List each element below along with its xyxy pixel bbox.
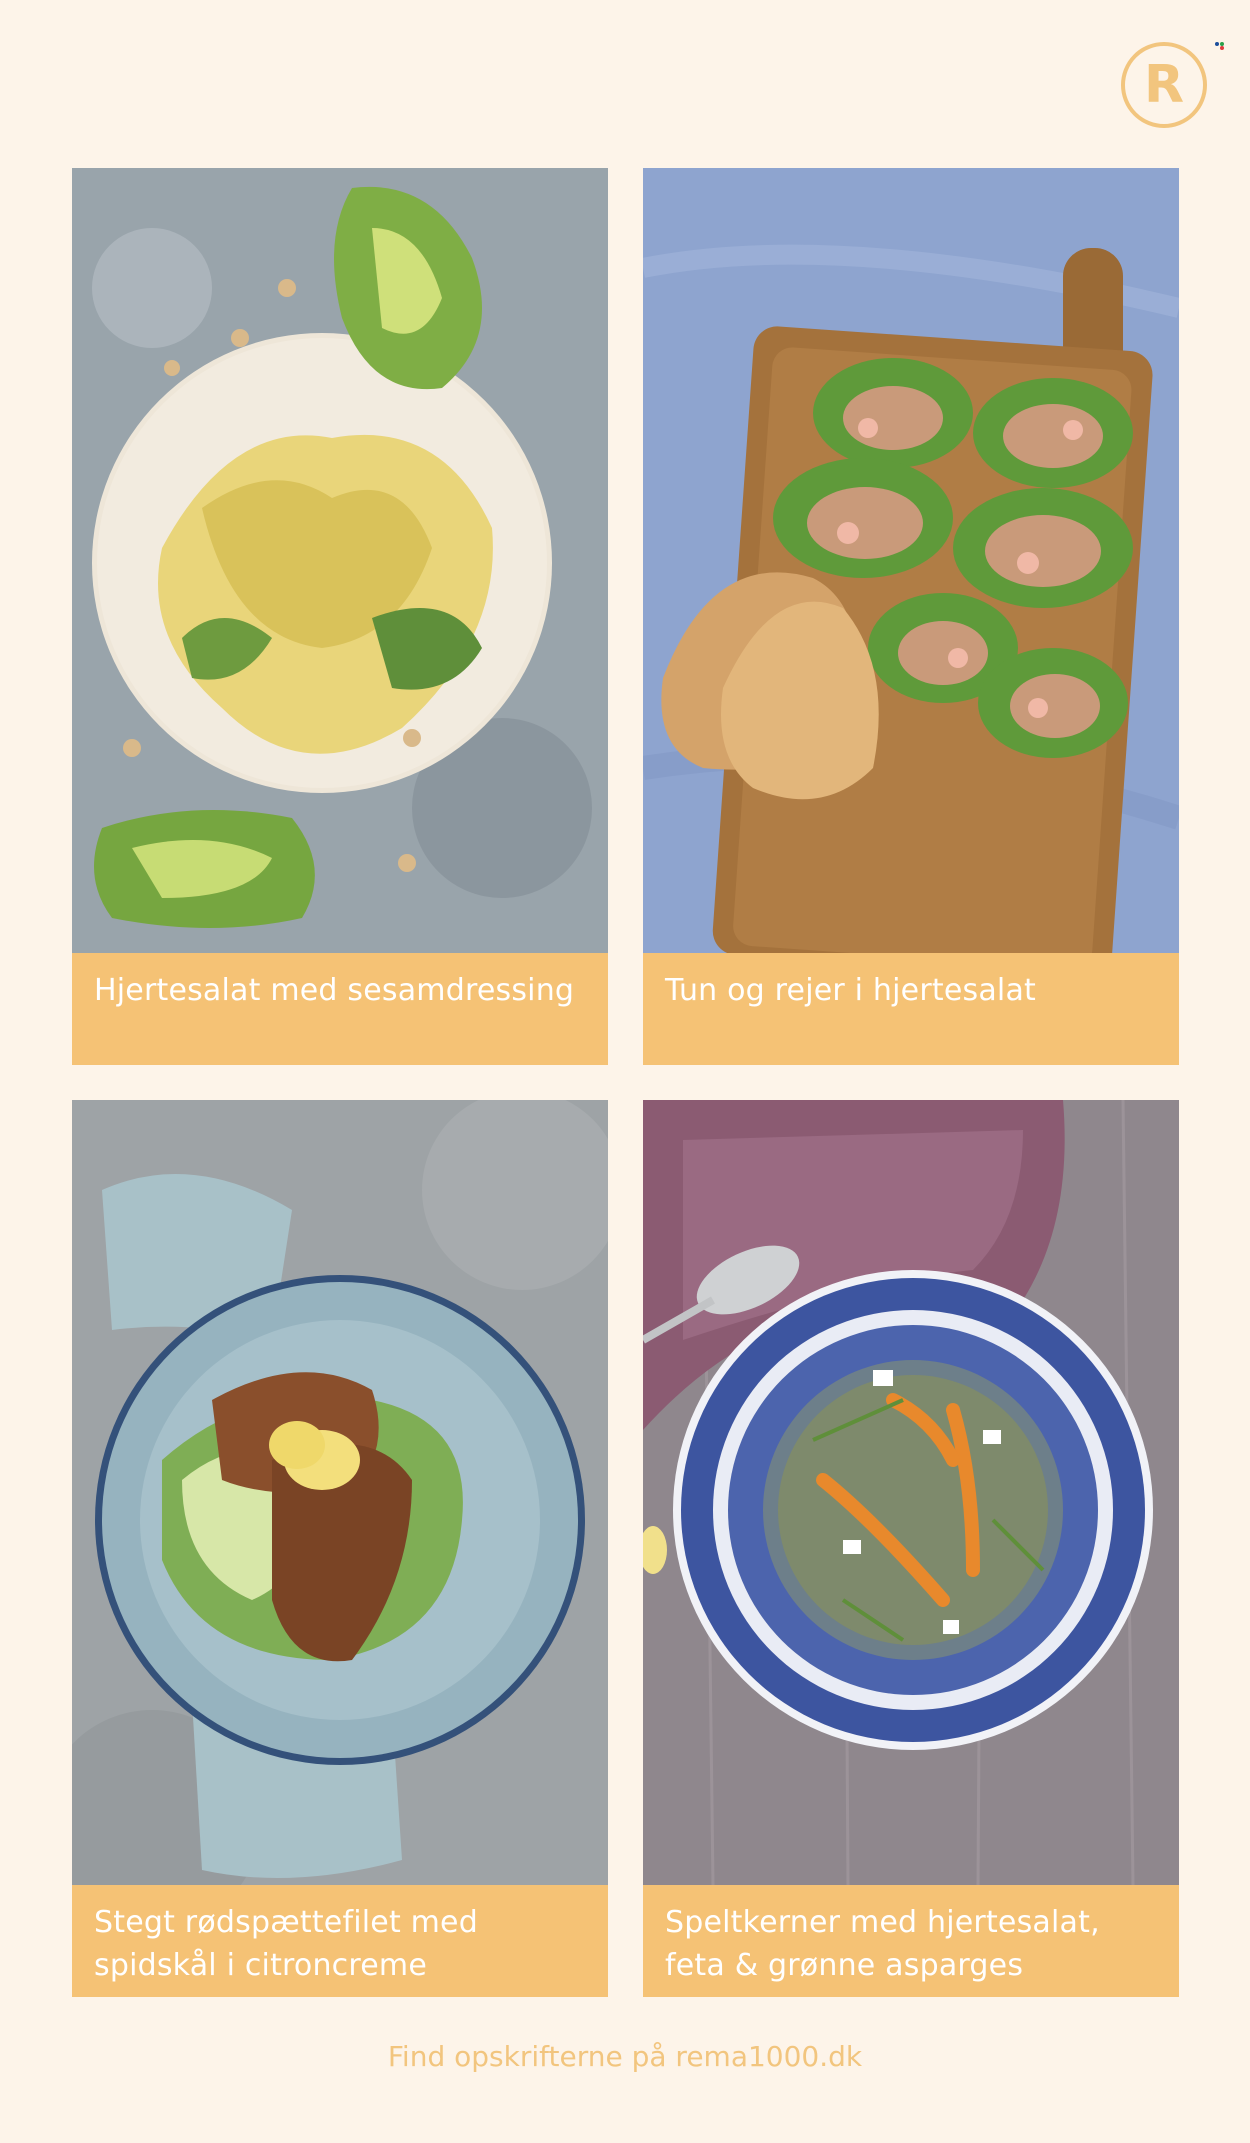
recipe-card[interactable]: Tun og rejer i hjertesalat xyxy=(643,168,1179,1065)
logo-letter: R xyxy=(1143,55,1185,115)
recipe-card[interactable]: Stegt rødspættefilet med spidskål i citr… xyxy=(72,1100,608,1997)
logo-dots xyxy=(1215,42,1225,50)
rema-logo[interactable]: R xyxy=(1121,42,1207,128)
spelt-salad-photo xyxy=(643,1100,1179,1885)
recipe-title[interactable]: Stegt rødspættefilet med spidskål i citr… xyxy=(72,1885,608,1997)
footer-link[interactable]: Find opskrifterne på rema1000.dk xyxy=(0,2040,1250,2073)
recipe-card[interactable]: Hjertesalat med sesamdressing xyxy=(72,168,608,1065)
recipe-title[interactable]: Speltkerner med hjertesalat, feta & grøn… xyxy=(643,1885,1179,1997)
lettuce-salad-photo xyxy=(72,168,608,953)
shrimp-lettuce-cups-photo xyxy=(643,168,1179,953)
recipe-card[interactable]: Speltkerner med hjertesalat, feta & grøn… xyxy=(643,1100,1179,1997)
fried-plaice-photo xyxy=(72,1100,608,1885)
recipe-title[interactable]: Tun og rejer i hjertesalat xyxy=(643,953,1179,1065)
recipe-title[interactable]: Hjertesalat med sesamdressing xyxy=(72,953,608,1065)
